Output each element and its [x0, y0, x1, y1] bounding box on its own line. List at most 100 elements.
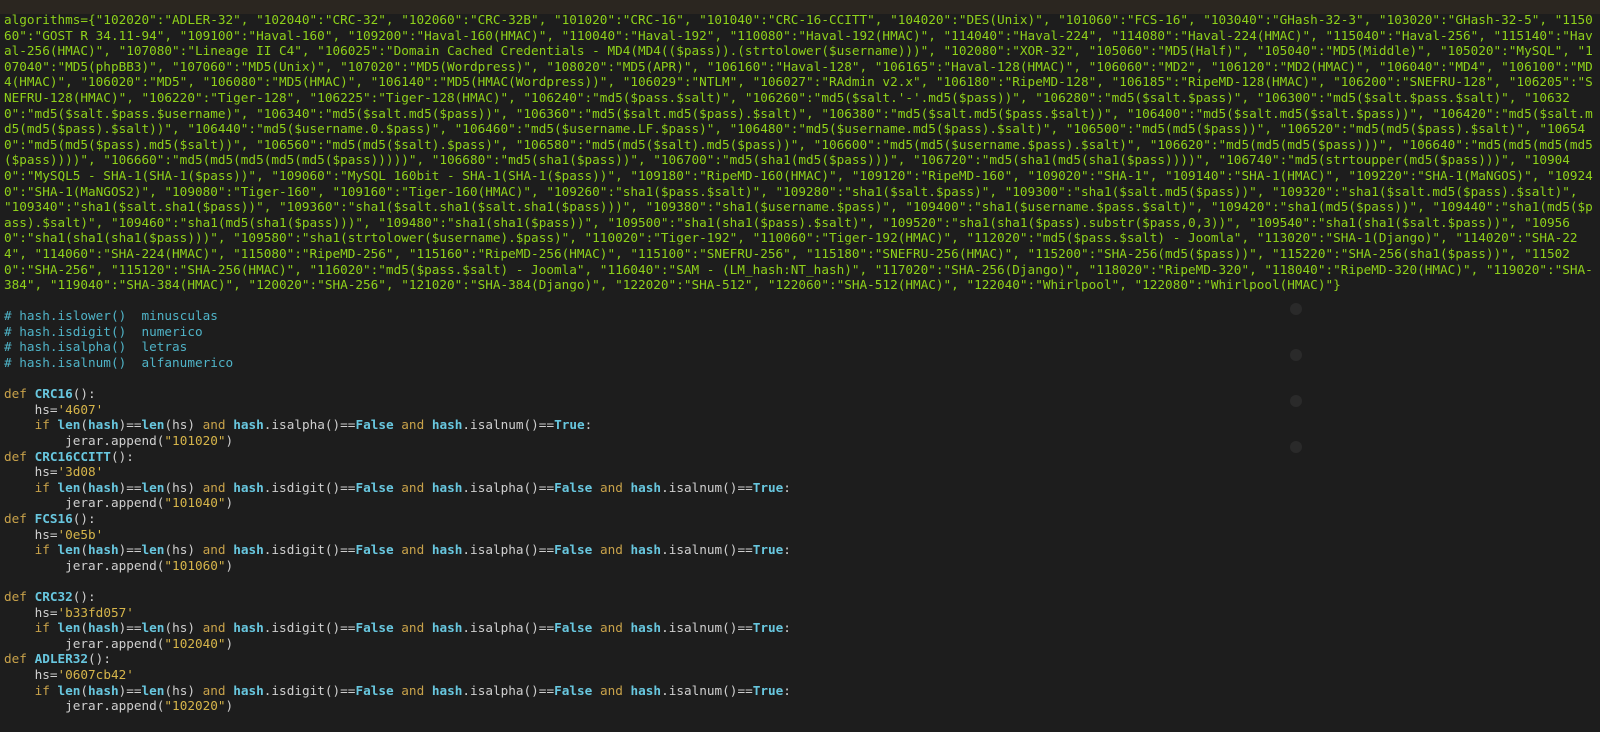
- hs-sample-string: '3d08': [57, 464, 104, 480]
- len-builtin: len: [57, 417, 81, 433]
- boolean-literal: False: [554, 542, 593, 558]
- method-call: .isalnum()==: [462, 417, 555, 433]
- hash-variable: hash: [88, 682, 119, 698]
- and-keyword: and: [401, 542, 425, 558]
- append-call: jerar.append(: [65, 433, 165, 449]
- method-call: .isalnum()==: [661, 682, 753, 698]
- hs-assignment-line: hs='4607': [4, 402, 1596, 418]
- hs-sample-string: '0607cb42': [57, 666, 134, 682]
- hash-variable: hash: [233, 682, 264, 698]
- if-keyword: if: [34, 682, 50, 698]
- algorithm-code: "101020": [164, 433, 226, 449]
- method-call: .isalpha()==: [263, 417, 356, 433]
- boolean-literal: False: [355, 417, 394, 433]
- method-call: .isdigit()==: [263, 620, 356, 636]
- def-keyword: def: [4, 651, 27, 667]
- if-condition-line: if len(hash)==len(hs) and hash.isdigit()…: [34, 620, 791, 636]
- hs-sample-string: 'b33fd057': [57, 604, 134, 620]
- hash-variable: hash: [431, 542, 463, 558]
- hash-variable: hash: [431, 479, 463, 495]
- hs-variable: hs=: [34, 604, 58, 620]
- hash-variable: hash: [431, 682, 463, 698]
- def-line: def ADLER32():: [4, 651, 111, 667]
- comment-line: # hash.isalpha() letras: [4, 339, 188, 355]
- code-editor[interactable]: algorithms={"102020":"ADLER-32", "102040…: [4, 12, 1596, 714]
- function-name: CRC16: [34, 386, 73, 402]
- and-keyword: and: [599, 682, 623, 698]
- hs-variable: hs=: [34, 401, 58, 417]
- boolean-literal: True: [752, 479, 784, 495]
- if-condition-line: if len(hash)==len(hs) and hash.isdigit()…: [34, 542, 791, 558]
- append-line: jerar.append("101020"): [65, 433, 234, 449]
- if-keyword: if: [34, 479, 50, 495]
- hash-variable: hash: [233, 479, 264, 495]
- if-condition-line: if len(hash)==len(hs) and hash.isdigit()…: [34, 682, 791, 698]
- len-builtin: len: [57, 542, 81, 558]
- terminal-window[interactable]: algorithms={"102020":"ADLER-32", "102040…: [0, 0, 1600, 732]
- def-line: def CRC16():: [4, 386, 96, 402]
- function-name: CRC16CCITT: [34, 448, 111, 464]
- and-keyword: and: [401, 417, 425, 433]
- method-call: .isdigit()==: [263, 542, 356, 558]
- hash-variable: hash: [431, 620, 463, 636]
- boolean-literal: False: [355, 479, 394, 495]
- method-call: .isalnum()==: [661, 479, 753, 495]
- hash-variable: hash: [630, 620, 662, 636]
- hash-variable: hash: [88, 620, 119, 636]
- len-builtin: len: [141, 620, 165, 636]
- and-keyword: and: [202, 682, 226, 698]
- def-keyword: def: [4, 448, 27, 464]
- comment-line: # hash.isalnum() alfanumerico: [4, 355, 234, 371]
- boolean-literal: True: [752, 682, 784, 698]
- hs-variable: hs=: [34, 666, 58, 682]
- boolean-literal: False: [554, 620, 593, 636]
- hash-variable: hash: [88, 417, 119, 433]
- append-call: jerar.append(: [65, 557, 165, 573]
- hs-assignment-line: hs='0e5b': [4, 527, 1596, 543]
- def-keyword: def: [4, 511, 27, 526]
- def-line: def CRC32():: [4, 588, 96, 604]
- hash-variable: hash: [630, 682, 662, 698]
- len-builtin: len: [141, 417, 165, 433]
- boolean-literal: False: [554, 682, 593, 698]
- def-line: def FCS16():: [4, 511, 96, 526]
- if-condition-line: if len(hash)==len(hs) and hash.isalpha()…: [34, 417, 593, 433]
- append-line: jerar.append("101040"): [65, 495, 234, 511]
- len-builtin: len: [141, 479, 165, 495]
- algorithm-code: "101040": [164, 495, 226, 511]
- hash-variable: hash: [88, 479, 119, 495]
- if-condition-line: if len(hash)==len(hs) and hash.isdigit()…: [34, 479, 791, 495]
- hs-assignment-line: hs='b33fd057': [4, 605, 1596, 621]
- boolean-literal: False: [355, 542, 394, 558]
- hash-variable: hash: [431, 417, 463, 433]
- if-keyword: if: [34, 417, 50, 433]
- hash-variable: hash: [233, 417, 264, 433]
- method-call: .isalpha()==: [462, 542, 555, 558]
- def-keyword: def: [4, 386, 27, 402]
- and-keyword: and: [599, 542, 623, 558]
- algorithms-dictionary: algorithms={"102020":"ADLER-32", "102040…: [4, 12, 1593, 293]
- hs-variable: hs=: [34, 526, 58, 542]
- def-keyword: def: [4, 588, 27, 604]
- method-call: .isalnum()==: [661, 542, 753, 558]
- boolean-literal: False: [554, 479, 593, 495]
- len-builtin: len: [57, 479, 81, 495]
- and-keyword: and: [202, 542, 226, 558]
- algorithm-code: "102020": [164, 698, 226, 714]
- append-call: jerar.append(: [65, 495, 165, 511]
- comment-line: # hash.isdigit() numerico: [4, 323, 203, 339]
- boolean-literal: True: [752, 542, 784, 558]
- hash-variable: hash: [233, 620, 264, 636]
- append-call: jerar.append(: [65, 698, 165, 714]
- hash-variable: hash: [630, 479, 662, 495]
- and-keyword: and: [401, 479, 425, 495]
- and-keyword: and: [599, 620, 623, 636]
- boolean-literal: False: [355, 620, 394, 636]
- append-line: jerar.append("102040"): [65, 635, 234, 651]
- method-call: .isalnum()==: [661, 620, 753, 636]
- len-builtin: len: [57, 682, 81, 698]
- method-call: .isalpha()==: [462, 479, 555, 495]
- and-keyword: and: [401, 682, 425, 698]
